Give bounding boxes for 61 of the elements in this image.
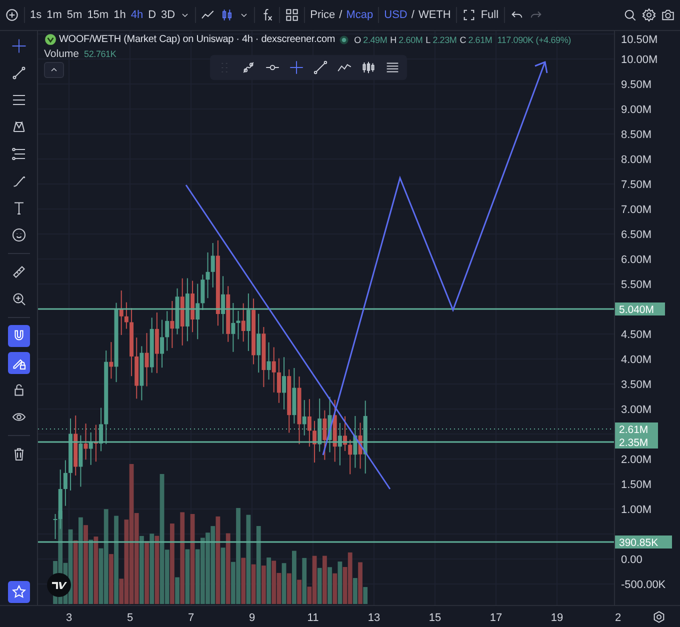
chart-title: WOOF/WETH (Market Cap) on Uniswap · 4h · dexscreener.com [59, 34, 336, 45]
change-value: 117.090K (+4.69%) [497, 34, 571, 44]
price-mode-toggle[interactable]: Mcap [345, 7, 374, 23]
time-axis-label: 9 [248, 612, 256, 624]
currency-toggle[interactable]: WETH [417, 7, 452, 23]
price-axis-label: 9.50M [621, 79, 652, 91]
price-axis-label: 10.50M [621, 34, 658, 46]
slash-separator: / [411, 9, 414, 21]
price-axis-label: 3.50M [621, 379, 652, 391]
price-axis-label: 7.00M [621, 204, 652, 216]
price-axis-label: 4.00M [621, 354, 652, 366]
time-axis-label: 2 [614, 612, 622, 624]
ohlc-key: L [426, 34, 431, 44]
interval-button[interactable]: 1s [29, 7, 43, 23]
volume-label: Volume [44, 48, 80, 60]
fullscreen-button[interactable]: Full [480, 7, 500, 23]
price-axis-label: 8.00M [621, 154, 652, 166]
price-axis-label: 2.00M [621, 454, 652, 466]
price-label: 390.85K [615, 536, 672, 549]
price-axis-label: 6.00M [621, 254, 652, 266]
currency-toggle[interactable]: USD [383, 7, 408, 23]
interval-button[interactable]: 1h [112, 7, 127, 23]
interval-button[interactable]: 5m [66, 7, 84, 23]
price-axis-label: 9.00M [621, 104, 652, 116]
interval-button[interactable]: 1m [46, 7, 63, 23]
interval-button[interactable]: 3D [160, 7, 176, 23]
price-axis-label: 8.50M [621, 129, 652, 141]
price-axis-label: 1.50M [621, 479, 652, 491]
price-axis-label: 1.00M [621, 504, 652, 516]
interval-button[interactable]: 15m [86, 7, 110, 23]
price-axis-label: 6.50M [621, 229, 652, 241]
volume-value: 52.761K [84, 49, 116, 59]
ohlc-key: C [460, 34, 466, 44]
slash-separator: / [339, 9, 342, 21]
time-axis-label: 7 [188, 612, 194, 624]
interval-button[interactable]: 4h [130, 7, 144, 23]
ohlc-value: 2.61M [468, 34, 492, 44]
price-axis-label: 3.00M [621, 404, 652, 416]
price-axis-label: -500.00K [621, 579, 666, 591]
time-axis-label: 3 [66, 612, 72, 624]
ohlc-value: 2.60M [398, 34, 423, 44]
time-axis-label: 15 [428, 612, 442, 624]
ohlc-value: 2.49M [363, 34, 388, 44]
ohlc-value: 2.23M [432, 34, 457, 44]
interval-button[interactable]: D [147, 7, 158, 23]
ohlc-key: O [354, 34, 362, 44]
time-axis-label: 19 [550, 612, 564, 624]
price-axis-label: 10.00M [621, 54, 658, 66]
price-axis-label: 0.00 [621, 554, 642, 566]
price-axis-label: 4.50M [621, 329, 652, 341]
price-axis-label: 7.50M [621, 179, 652, 191]
time-axis-label: 5 [126, 612, 134, 624]
ohlc-key: H [390, 34, 397, 44]
price-label: 5.040M [615, 302, 665, 316]
time-axis-label: 11 [307, 612, 319, 624]
price-mode-toggle[interactable]: Price [309, 7, 336, 23]
price-label: 2.61M [615, 422, 658, 436]
price-label: 2.35M [615, 436, 658, 449]
time-axis-label: 13 [368, 612, 380, 624]
time-axis-label: 17 [490, 612, 502, 624]
price-axis-label: 5.50M [621, 279, 652, 291]
